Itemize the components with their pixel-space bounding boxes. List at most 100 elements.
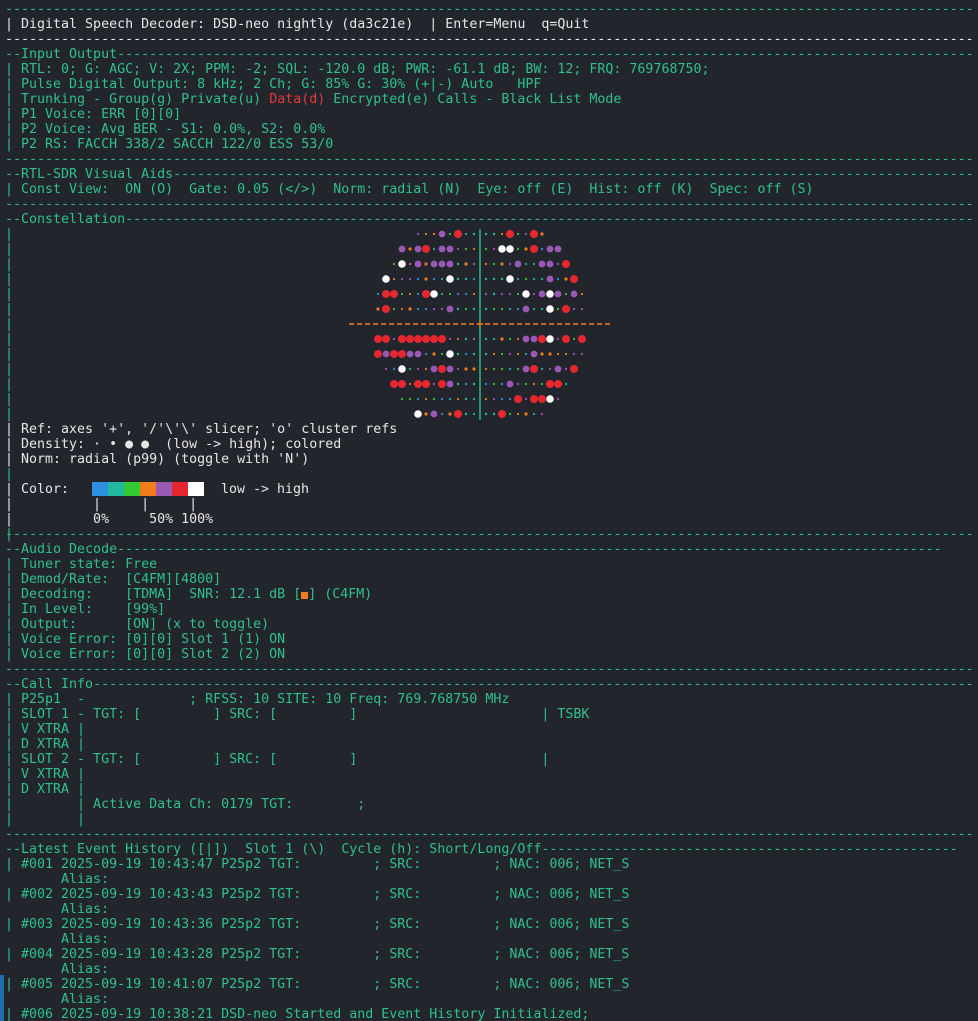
- decoding-prefix: | Decoding: [TDMA] SNR: 12.1 dB [: [5, 587, 302, 602]
- constellation-point: [432, 307, 436, 311]
- decoding-status: | Decoding: [TDMA] SNR: 12.1 dB [ ] (C4FM…: [5, 587, 372, 602]
- constellation-point: [508, 262, 512, 266]
- constellation-point: [414, 410, 422, 418]
- constellation-point: [472, 277, 476, 281]
- constellation-point: [400, 307, 404, 311]
- constellation-point: [514, 395, 522, 403]
- decoding-suffix: ] (C4FM): [308, 587, 373, 602]
- constellation-point: [516, 367, 520, 371]
- constellation-point: [408, 262, 412, 266]
- audio-output-toggle: | Output: [ON] (x to toggle): [5, 617, 270, 632]
- constellation-point: [562, 260, 570, 268]
- constellation-point: [456, 292, 460, 296]
- constellation-point: [456, 367, 460, 371]
- constellation-point: [492, 307, 496, 311]
- constellation-point: [382, 350, 390, 358]
- constellation-point: [408, 382, 412, 386]
- constellation-point: [554, 290, 562, 298]
- constellation-point: [422, 245, 430, 253]
- constellation-point: [516, 382, 520, 386]
- constellation-point: [546, 395, 554, 403]
- event-history-item: | #002 2025-09-19 10:43:43 P25p2 TGT: ; …: [5, 887, 630, 902]
- constellation-point: [472, 397, 476, 401]
- event-alias: Alias:: [5, 962, 110, 977]
- slot1-v-xtra: | V XTRA |: [5, 722, 86, 737]
- color-scale-swatch: [124, 482, 140, 496]
- constellation-point: [484, 367, 488, 371]
- slot2-info: | SLOT 2 - TGT: [ ] SRC: [ ] |: [5, 752, 550, 767]
- constellation-point: [562, 335, 570, 343]
- constellation-point: [398, 365, 406, 373]
- constellation-point: [446, 350, 454, 358]
- constellation-point: [580, 352, 584, 356]
- constellation-point: [446, 275, 454, 283]
- constellation-point: [556, 352, 560, 356]
- left-border: |: [5, 467, 14, 482]
- event-history-header: --Latest Event History ([|]) Slot 1 (\) …: [5, 842, 958, 857]
- constellation-point: [440, 352, 444, 356]
- constellation-point: [472, 382, 476, 386]
- color-scale-labels: | 0% 50% 100%: [5, 512, 214, 527]
- constellation-point: [430, 290, 438, 298]
- constellation-point: [484, 337, 488, 341]
- constellation-point: [392, 337, 396, 341]
- constellation-point: [438, 260, 446, 268]
- constellation-point: [506, 275, 514, 283]
- constellation-point: [438, 230, 446, 238]
- color-scale-swatch: [156, 482, 172, 496]
- event-alias: Alias:: [5, 932, 110, 947]
- constellation-point: [432, 382, 436, 386]
- constellation-point: [438, 365, 446, 373]
- constellation-point: [438, 245, 446, 253]
- constellation-point: [516, 232, 520, 236]
- constellation-point: [532, 262, 536, 266]
- constellation-point: [538, 290, 546, 298]
- constellation-point: [448, 232, 452, 236]
- constellation-point: [530, 230, 538, 238]
- constellation-point: [500, 397, 504, 401]
- constellation-point: [408, 247, 412, 251]
- constellation-point: [432, 232, 436, 236]
- constellation-point: [540, 352, 544, 356]
- constellation-point: [554, 365, 562, 373]
- constellation-point: [454, 230, 462, 238]
- constellation-point: [556, 262, 560, 266]
- constellation-point: [508, 397, 512, 401]
- constellation-point: [440, 292, 444, 296]
- constellation-point: [546, 290, 554, 298]
- constellation-point: [540, 247, 544, 251]
- constellation-point: [522, 305, 530, 313]
- constellation-point: [456, 352, 460, 356]
- constellation-point: [484, 262, 488, 266]
- constellation-point: [390, 380, 398, 388]
- constellation-point: [530, 245, 538, 253]
- constellation-point: [430, 260, 438, 268]
- constellation-point: [508, 412, 512, 416]
- constellation-point: [414, 380, 422, 388]
- constellation-point: [464, 352, 468, 356]
- constellation-point: [440, 412, 444, 416]
- constellation-point: [516, 277, 520, 281]
- constellation-point: [508, 292, 512, 296]
- scroll-position-marker[interactable]: [0, 975, 4, 1021]
- constellation-point: [554, 245, 562, 253]
- constellation-point: [572, 352, 576, 356]
- constellation-point: [456, 277, 460, 281]
- constellation-point: [532, 307, 536, 311]
- constellation-point: [374, 335, 382, 343]
- constellation-point: [492, 352, 496, 356]
- constellation-point: [408, 307, 412, 311]
- constellation-point: [464, 382, 468, 386]
- constellation-point: [516, 412, 520, 416]
- constellation-point: [376, 292, 380, 296]
- constellation-point: [554, 380, 562, 388]
- constellation-point: [446, 365, 454, 373]
- constellation-point: [524, 397, 528, 401]
- constellation-point: [446, 245, 454, 253]
- audio-decode-header: --Audio Decode--------------------------…: [5, 542, 942, 557]
- constellation-point: [446, 260, 454, 268]
- constellation-point: [440, 277, 444, 281]
- constellation-point: [456, 262, 460, 266]
- constellation-point: [416, 277, 420, 281]
- constellation-point: [492, 232, 496, 236]
